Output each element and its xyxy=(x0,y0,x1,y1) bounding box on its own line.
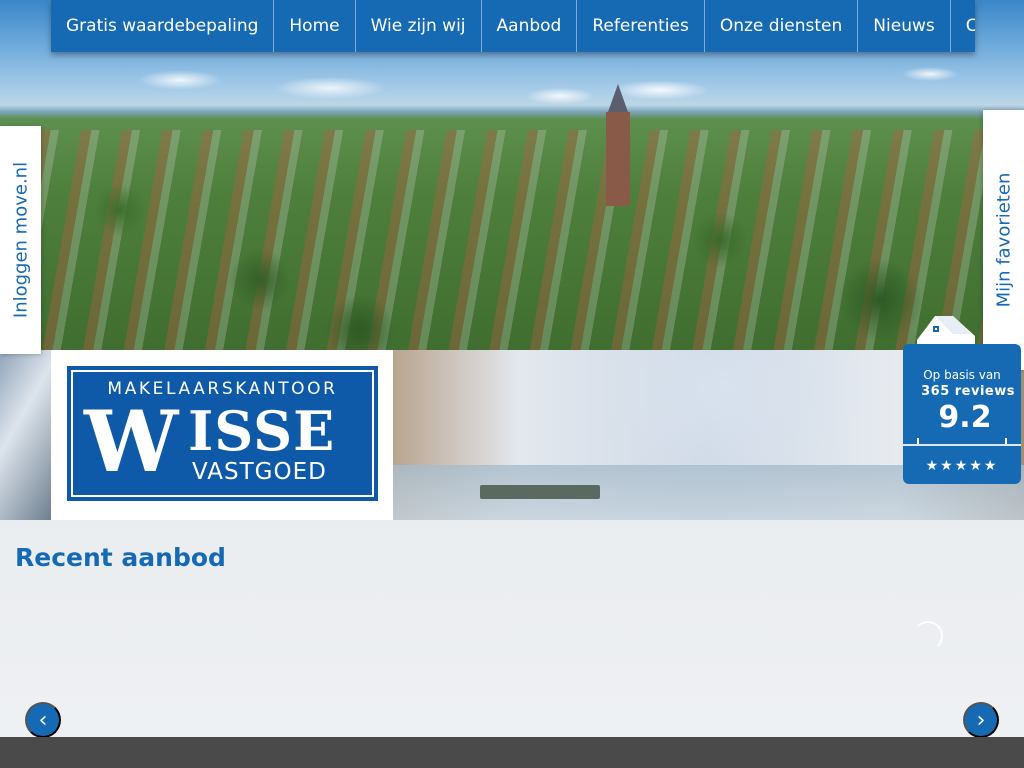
review-score: 9.2 xyxy=(938,400,992,435)
footer-bar xyxy=(0,737,1024,768)
nav-item-onze-diensten[interactable]: Onze diensten xyxy=(705,0,859,52)
review-basis-text: Op basis van xyxy=(923,368,1001,382)
favorites-label: Mijn favorieten xyxy=(993,172,1014,308)
recent-aanbod-title: Recent aanbod xyxy=(15,543,226,572)
login-move-tab[interactable]: Inloggen move.nl xyxy=(0,126,41,354)
carousel-track xyxy=(0,710,1024,737)
logo-letter-w: W xyxy=(84,392,179,491)
logo-word-isse: ISSE xyxy=(188,399,336,463)
hero-town xyxy=(0,130,1024,350)
carousel-prev-button[interactable]: ‹ xyxy=(25,702,61,738)
login-move-label: Inloggen move.nl xyxy=(10,161,31,319)
logo-container: MAKELAARSKANTOOR W ISSE VASTGOED xyxy=(51,350,393,520)
carousel-next-button[interactable]: › xyxy=(963,702,999,738)
nav-item-referenties[interactable]: Referenties xyxy=(577,0,705,52)
nav-item-contact[interactable]: Contact xyxy=(951,0,975,52)
review-count: 365 reviews xyxy=(921,384,1015,399)
logo-line-vastgoed: VASTGOED xyxy=(192,459,327,485)
team-photo-left xyxy=(0,350,51,520)
review-panel: Op basis van 365 reviews 9.2 xyxy=(903,344,1021,458)
hero-aerial-image xyxy=(0,0,1024,350)
nav-item-gratis-waardebepaling[interactable]: Gratis waardebepaling xyxy=(51,0,275,52)
main-navigation: Gratis waardebepaling Home Wie zijn wij … xyxy=(51,0,975,52)
nav-item-nieuws[interactable]: Nieuws xyxy=(858,0,951,52)
loading-spinner-icon xyxy=(913,621,943,651)
church-tower xyxy=(606,84,630,206)
wisse-vastgoed-logo[interactable]: MAKELAARSKANTOOR W ISSE VASTGOED xyxy=(67,366,378,501)
ship-shape xyxy=(480,485,600,499)
nav-item-aanbod[interactable]: Aanbod xyxy=(482,0,578,52)
star-rating-icon: ★★★★★ xyxy=(903,444,1021,484)
nav-item-home[interactable]: Home xyxy=(274,0,356,52)
review-badge[interactable]: Op basis van 365 reviews 9.2 ★★★★★ xyxy=(903,310,1021,485)
nav-item-wie-zijn-wij[interactable]: Wie zijn wij xyxy=(356,0,482,52)
